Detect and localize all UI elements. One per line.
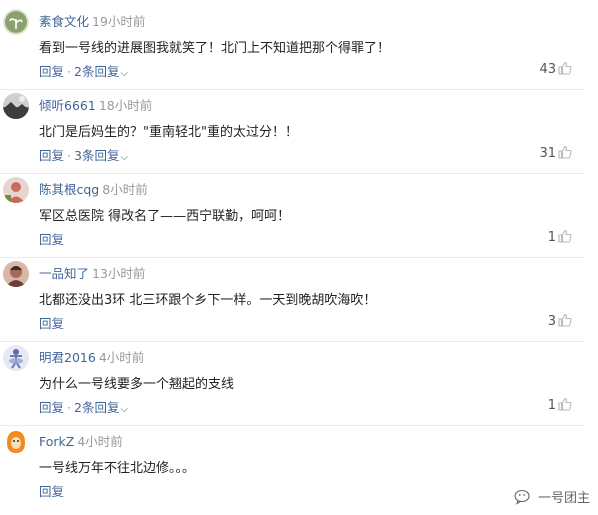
thumbs-up-icon <box>558 313 572 331</box>
like-button[interactable]: 1 <box>548 397 572 415</box>
comment-text: 看到一号线的进展图我就笑了！北门上不知道把那个得罪了！ <box>39 41 391 56</box>
view-replies-button[interactable]: 3条回复⌵ <box>74 148 128 163</box>
comment-meta: 明君2016 4小时前 <box>39 347 144 366</box>
comment-item: 一品知了 13小时前 北都还没出3环 北三环跟个乡下一样。一天到晚胡吹海吹！ 回复… <box>0 258 598 342</box>
comment-username[interactable]: 一品知了 <box>39 266 89 281</box>
comment-actions: 回复 <box>39 481 64 500</box>
separator-dot: · <box>67 148 71 163</box>
comment-item: 倾听6661 18小时前 北门是后妈生的？"重南轻北"重的太过分！！ 回复 · 3条回… <box>0 90 598 174</box>
comment-actions: 回复 <box>39 229 64 248</box>
separator-dot: · <box>67 64 71 79</box>
reply-button[interactable]: 回复 <box>39 64 64 79</box>
landscape-avatar-icon[interactable] <box>3 93 29 119</box>
comment-actions: 回复 · 2条回复⌵ <box>39 397 128 416</box>
like-count: 43 <box>539 62 556 77</box>
like-count: 3 <box>547 314 556 329</box>
comment-meta: 陈其根cqg 8小时前 <box>39 179 148 198</box>
comment-time: 19小时前 <box>92 14 146 29</box>
separator-dot: · <box>67 400 71 415</box>
replies-count-label: 2条回复 <box>74 400 120 415</box>
like-button[interactable]: 3 <box>548 313 572 331</box>
comment-meta: 一品知了 13小时前 <box>39 263 145 282</box>
comment-meta: ForkZ 4小时前 <box>39 431 123 450</box>
comment-time: 18小时前 <box>98 98 153 113</box>
like-button[interactable]: 43 <box>539 61 572 79</box>
chevron-down-icon: ⌵ <box>120 68 129 79</box>
view-replies-button[interactable]: 2条回复⌵ <box>74 64 128 79</box>
comment-text: 一号线万年不往北边修。。。 <box>39 461 196 476</box>
comment-username[interactable]: 陈其根cqg <box>39 182 99 197</box>
comment-actions: 回复 · 3条回复⌵ <box>39 145 128 164</box>
comment-time: 4小时前 <box>98 350 145 365</box>
comment-list: 素食文化 19小时前 看到一号线的进展图我就笑了！北门上不知道把那个得罪了！ 回复… <box>0 0 598 515</box>
replies-count-label: 3条回复 <box>74 148 120 163</box>
reply-button[interactable]: 回复 <box>39 484 64 499</box>
comment-item: 素食文化 19小时前 看到一号线的进展图我就笑了！北门上不知道把那个得罪了！ 回复… <box>0 6 598 90</box>
like-button[interactable]: 1 <box>548 229 572 247</box>
comment-actions: 回复 · 2条回复⌵ <box>39 61 128 80</box>
dancer-avatar-icon[interactable] <box>3 345 29 371</box>
portrait-avatar-icon[interactable] <box>3 261 29 287</box>
comment-text: 北门是后妈生的？"重南轻北"重的太过分！！ <box>39 125 298 140</box>
comment-text: 军区总医院 得改名了——西宁联勤，呵呵！ <box>39 209 291 224</box>
thumbs-up-icon <box>558 229 572 247</box>
like-count: 1 <box>547 230 556 245</box>
comment-meta: 倾听6661 18小时前 <box>39 95 152 114</box>
comment-time: 4小时前 <box>77 434 123 449</box>
comment-username[interactable]: 明君2016 <box>39 350 96 365</box>
comment-item: ForkZ 4小时前 一号线万年不往北边修。。。 回复 <box>0 426 598 510</box>
thumbs-up-icon <box>558 61 572 79</box>
cartoon-avatar-icon[interactable] <box>3 429 29 455</box>
replies-count-label: 2条回复 <box>74 64 120 79</box>
comment-time: 13小时前 <box>92 266 146 281</box>
view-replies-button[interactable]: 2条回复⌵ <box>74 400 128 415</box>
comment-meta: 素食文化 19小时前 <box>39 11 145 30</box>
comment-item: 明君2016 4小时前 为什么一号线要多一个翘起的支线 回复 · 2条回复⌵ 1 <box>0 342 598 426</box>
comment-time: 8小时前 <box>102 182 148 197</box>
plant-avatar-icon[interactable] <box>3 9 29 35</box>
like-button[interactable]: 31 <box>539 145 572 163</box>
comment-text: 为什么一号线要多一个翘起的支线 <box>39 377 235 392</box>
comment-username[interactable]: 倾听6661 <box>39 98 96 113</box>
reply-button[interactable]: 回复 <box>39 232 64 247</box>
reply-button[interactable]: 回复 <box>39 148 64 163</box>
thumbs-up-icon <box>558 145 572 163</box>
chevron-down-icon: ⌵ <box>120 152 129 163</box>
comment-text: 北都还没出3环 北三环跟个乡下一样。一天到晚胡吹海吹！ <box>39 293 377 308</box>
like-count: 1 <box>547 398 556 413</box>
comment-username[interactable]: 素食文化 <box>39 14 89 29</box>
reply-button[interactable]: 回复 <box>39 400 64 415</box>
watermark-text: 一号团主 <box>537 491 590 506</box>
chevron-down-icon: ⌵ <box>120 404 129 415</box>
reply-button[interactable]: 回复 <box>39 316 64 331</box>
like-count: 31 <box>539 146 556 161</box>
comment-actions: 回复 <box>39 313 64 332</box>
watermark: 一号团主 <box>514 487 590 509</box>
comment-item: 陈其根cqg 8小时前 军区总医院 得改名了——西宁联勤，呵呵！ 回复 1 <box>0 174 598 258</box>
person-avatar-icon[interactable] <box>3 177 29 203</box>
thumbs-up-icon <box>558 397 572 415</box>
wechat-icon <box>514 489 534 509</box>
comment-username[interactable]: ForkZ <box>39 434 74 449</box>
